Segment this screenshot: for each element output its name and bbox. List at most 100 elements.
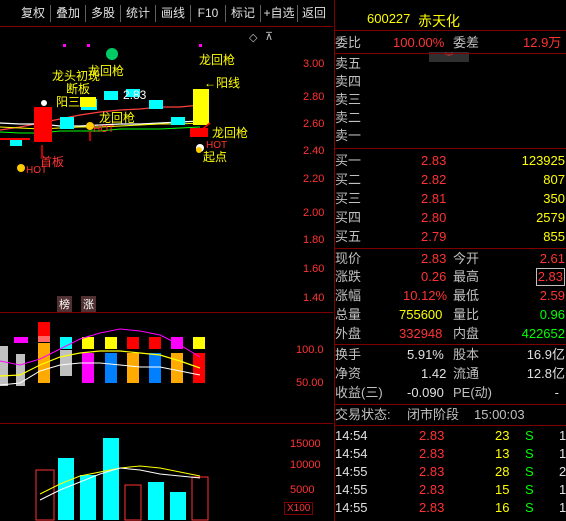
tick-direction: S bbox=[525, 446, 534, 461]
weicha-label: 委差 bbox=[453, 35, 480, 50]
divider bbox=[335, 248, 566, 249]
candle bbox=[34, 107, 52, 142]
price-tick: 1.60 bbox=[303, 263, 325, 275]
volume-tick: 15000 bbox=[290, 438, 321, 450]
multi-stock-button[interactable]: 多股 bbox=[86, 5, 121, 22]
sell-row: 卖一 bbox=[335, 127, 566, 145]
stat-label: 涨跌 bbox=[335, 269, 362, 284]
stat-row: 涨跌 0.26 最高 2.83 bbox=[335, 268, 566, 286]
weibi-value: 100.00% bbox=[393, 35, 445, 50]
buy-row: 买一 2.83 123925 bbox=[335, 152, 566, 170]
stat-value: 0.96 bbox=[539, 307, 565, 322]
draw-line-button[interactable]: 画线 bbox=[156, 5, 191, 22]
tick-volume: 15 bbox=[495, 482, 510, 497]
sell-label: 卖三 bbox=[335, 92, 362, 107]
sell-label: 卖四 bbox=[335, 74, 362, 89]
stat-value: 332948 bbox=[399, 326, 443, 341]
tick-price: 2.83 bbox=[419, 464, 445, 479]
stat-value: 16.9亿 bbox=[526, 347, 565, 362]
weibi-row: 委比 100.00% 委差 12.9万 bbox=[335, 34, 566, 52]
tick-price: 2.83 bbox=[419, 446, 445, 461]
stat-label: 换手 bbox=[335, 347, 362, 362]
tick-direction: S bbox=[525, 482, 534, 497]
volume-tick: 5000 bbox=[290, 484, 315, 496]
buy-label: 买五 bbox=[335, 229, 362, 244]
divider bbox=[335, 404, 566, 405]
statistics-button[interactable]: 统计 bbox=[121, 5, 156, 22]
divider bbox=[335, 344, 566, 345]
stat-value: 2.59 bbox=[539, 288, 565, 303]
buy-row: 买五 2.79 855 bbox=[335, 228, 566, 246]
annotation-hot: HOT bbox=[26, 165, 48, 176]
tick-row: 14:54 2.83 13 S 1 bbox=[335, 445, 566, 463]
overlay-button[interactable]: 叠加 bbox=[51, 5, 86, 22]
divider bbox=[335, 148, 566, 149]
tick-price: 2.83 bbox=[419, 428, 445, 443]
price-tick: 2.60 bbox=[303, 118, 325, 130]
price-tick: 1.80 bbox=[303, 234, 325, 246]
buy-price: 2.82 bbox=[421, 172, 447, 187]
buy-price: 2.80 bbox=[421, 210, 447, 225]
stat-label: PE(动) bbox=[453, 385, 493, 400]
stat-value: 2.83 bbox=[421, 251, 447, 266]
indicator-tick: 100.0 bbox=[296, 344, 324, 356]
annotation-longhuiqiang: 龙回枪 bbox=[88, 64, 125, 78]
bang-label: 榜 bbox=[57, 296, 72, 312]
annotation-qidian: 起点 bbox=[203, 150, 228, 164]
sell-label: 卖一 bbox=[335, 128, 362, 143]
stat-label: 量比 bbox=[453, 307, 480, 322]
divider bbox=[335, 53, 566, 54]
buy-price: 2.83 bbox=[421, 153, 447, 168]
f10-button[interactable]: F10 bbox=[191, 5, 226, 22]
stock-code: 600227 bbox=[367, 11, 411, 26]
stat-value: 10.12% bbox=[403, 288, 448, 303]
volume-plot bbox=[35, 438, 209, 521]
stat-value: 5.91% bbox=[407, 347, 444, 362]
trade-status-row: 交易状态: 闭市阶段 15:00:03 bbox=[335, 406, 566, 424]
buy-label: 买三 bbox=[335, 191, 362, 206]
tick-count: 1 bbox=[559, 446, 566, 461]
buy-volume: 123925 bbox=[521, 153, 565, 168]
buy-volume: 350 bbox=[543, 191, 565, 206]
stat-value: - bbox=[554, 385, 559, 400]
annotation-yangxian: ←阳线 bbox=[204, 76, 241, 90]
trade-status-label: 交易状态: bbox=[335, 407, 391, 422]
buy-volume: 2579 bbox=[536, 210, 565, 225]
tick-volume: 16 bbox=[495, 500, 510, 515]
stat-label: 外盘 bbox=[335, 326, 362, 341]
tick-time: 14:55 bbox=[335, 464, 368, 479]
divider bbox=[335, 425, 566, 426]
annotation-price: 2.83 bbox=[123, 88, 147, 102]
tick-volume: 23 bbox=[495, 428, 510, 443]
weicha-value: 12.9万 bbox=[523, 35, 562, 50]
buy-price: 2.81 bbox=[421, 191, 447, 206]
buy-label: 买二 bbox=[335, 172, 362, 187]
tick-volume: 13 bbox=[495, 446, 510, 461]
buy-volume: 855 bbox=[543, 229, 565, 244]
sell-label: 卖二 bbox=[335, 110, 362, 125]
fuquan-button[interactable]: 复权 bbox=[16, 5, 51, 22]
tick-direction: S bbox=[525, 500, 534, 515]
tick-time: 14:55 bbox=[335, 482, 368, 497]
annotation-hot: HOT bbox=[93, 124, 115, 135]
tick-direction: S bbox=[525, 428, 534, 443]
stat-value: 12.8亿 bbox=[526, 366, 565, 381]
kline-chart-area[interactable]: ◇ ⊼ 3.00 2.80 2.60 2.40 2.20 2.00 1.80 1… bbox=[0, 27, 333, 521]
price-tick: 1.40 bbox=[303, 292, 325, 304]
stat-label: 现价 bbox=[335, 251, 362, 266]
stock-name: 赤天化 bbox=[418, 13, 460, 29]
add-watchlist-button[interactable]: +自选 bbox=[261, 5, 298, 22]
stat-row: 涨幅 10.12% 最低 2.59 bbox=[335, 287, 566, 305]
stat-label: 股本 bbox=[453, 347, 480, 362]
annotation-yangsan: 阳三 bbox=[56, 95, 81, 109]
stat-value: 422652 bbox=[521, 326, 565, 341]
sell-row: 卖三 bbox=[335, 91, 566, 109]
weibi-label: 委比 bbox=[335, 35, 362, 50]
stat2-row: 收益(三) -0.090 PE(动) - bbox=[335, 384, 566, 402]
price-tick: 2.20 bbox=[303, 173, 325, 185]
tick-direction: S bbox=[525, 464, 534, 479]
back-button[interactable]: 返回 bbox=[298, 5, 330, 22]
sell-row: 卖二 bbox=[335, 109, 566, 127]
annotation-longhuiqiang: 龙回枪 bbox=[212, 126, 249, 140]
mark-button[interactable]: 标记 bbox=[226, 5, 261, 22]
